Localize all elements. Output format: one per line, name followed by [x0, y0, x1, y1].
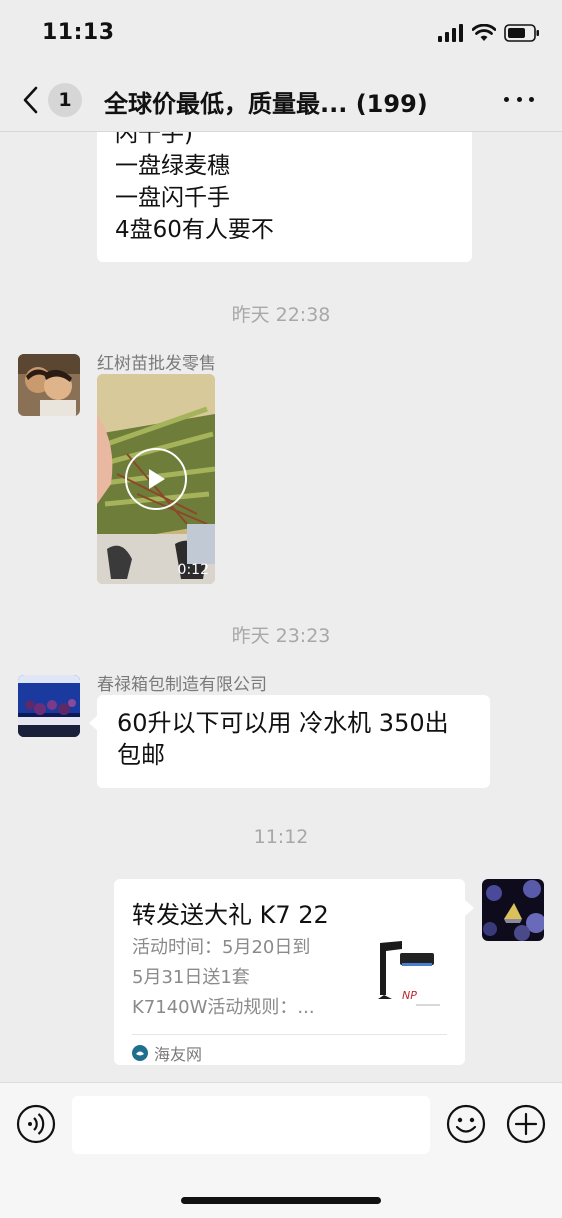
back-button[interactable]: 1 — [18, 80, 88, 120]
chat-title[interactable]: 全球价最低，质量最... (199) — [104, 84, 428, 119]
status-time: 11:13 — [42, 20, 115, 45]
message-line: 闪千手) — [115, 132, 193, 147]
timestamp: 11:12 — [253, 826, 309, 848]
link-card-thumb-brand: NP — [402, 989, 417, 1002]
sender-name: 春禄箱包制造有限公司 — [97, 675, 267, 695]
message-line: 4盘60有人要不 — [115, 217, 274, 243]
link-card-desc-line: 5月31日送1套 — [132, 967, 250, 988]
plus-icon — [506, 1104, 546, 1144]
video-message[interactable]: 0:12 — [97, 374, 215, 584]
timestamp: 昨天 22:38 — [231, 304, 331, 326]
avatar[interactable] — [482, 879, 544, 941]
chevron-left-icon — [18, 83, 42, 117]
message-bubble[interactable]: 闪千手) 一盘绿麦穗 一盘闪千手 4盘60有人要不 — [97, 132, 472, 262]
avatar[interactable] — [18, 675, 80, 737]
link-card-thumbnail: NP — [372, 935, 448, 1015]
link-card-title: 转发送大礼 K7 22 — [132, 901, 329, 929]
link-card-description: 活动时间：5月20日到 5月31日送1套 K7140W活动规则：... — [132, 933, 347, 1023]
wifi-icon — [472, 24, 496, 41]
battery-icon — [504, 24, 539, 42]
bubble-tail — [465, 900, 474, 916]
emoji-button[interactable] — [446, 1104, 486, 1144]
source-logo-icon — [132, 1045, 148, 1061]
message-line: 一盘闪千手 — [115, 185, 230, 211]
timestamp: 昨天 23:23 — [231, 625, 331, 647]
link-card-desc-line: 活动时间：5月20日到 — [132, 937, 311, 958]
avatar[interactable] — [18, 354, 80, 416]
status-bar: 11:13 — [0, 0, 562, 66]
link-card-desc-line: K7140W活动规则：... — [132, 997, 315, 1018]
message-line: 一盘绿麦穗 — [115, 153, 230, 179]
message-list[interactable]: 闪千手) 一盘绿麦穗 一盘闪千手 4盘60有人要不 昨天 22:38 红树苗批发… — [0, 132, 562, 1082]
voice-icon — [16, 1104, 56, 1144]
signal-icon — [438, 24, 463, 42]
input-bar — [0, 1082, 562, 1218]
status-icons — [438, 24, 540, 42]
link-card-source: 海友网 — [132, 1041, 202, 1065]
message-input[interactable] — [72, 1096, 430, 1154]
voice-button[interactable] — [16, 1104, 56, 1144]
emoji-icon — [446, 1104, 486, 1144]
more-functions-button[interactable] — [506, 1104, 546, 1144]
sender-name: 红树苗批发零售 — [97, 354, 216, 374]
home-indicator[interactable] — [181, 1197, 381, 1204]
divider — [132, 1034, 447, 1035]
link-card-message[interactable]: 转发送大礼 K7 22 活动时间：5月20日到 5月31日送1套 K7140W活… — [114, 879, 465, 1065]
video-duration: 0:12 — [177, 562, 209, 578]
unread-count-badge: 1 — [48, 83, 82, 117]
more-dots-icon — [504, 96, 509, 102]
chat-header: 1 全球价最低，质量最... (199) — [0, 66, 562, 132]
more-options-button[interactable] — [504, 94, 534, 104]
link-card-source-name: 海友网 — [154, 1045, 203, 1064]
message-bubble[interactable]: 60升以下可以用 冷水机 350出包邮 — [97, 695, 490, 788]
play-icon — [149, 469, 165, 489]
play-button[interactable] — [125, 448, 187, 510]
